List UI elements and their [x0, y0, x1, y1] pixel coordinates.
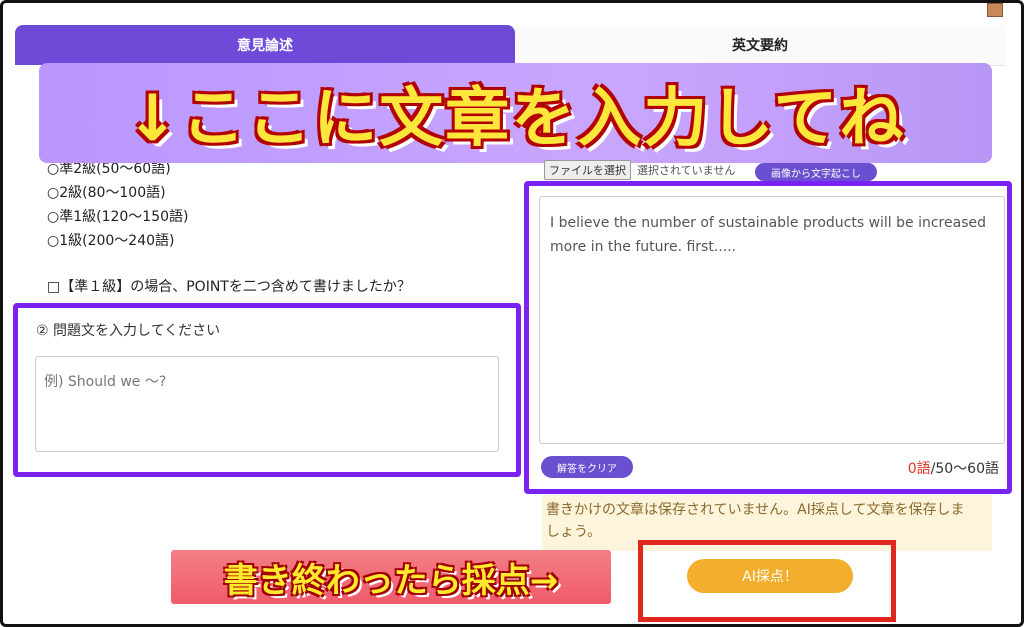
file-upload-row: ファイルを選択 選択されていません	[544, 160, 735, 180]
grade-instruction-text: 書き終わったら採点→	[223, 560, 559, 601]
screen-frame: 意見論述 英文要約 ○準2級(50〜60語) ○2級(80〜100語) ○準1級…	[0, 0, 1024, 627]
level-item: ○準1級(120〜150語)	[47, 209, 189, 225]
save-notice-text: 書きかけの文章は保存されていません。AI採点して文章を保存しましょう。	[546, 502, 965, 540]
question-label: ② 問題文を入力してください	[36, 323, 221, 339]
answer-textarea[interactable]: I believe the number of sustainable prod…	[539, 196, 1005, 444]
ocr-button[interactable]: 画像から文字起こし	[755, 163, 877, 181]
file-status: 選択されていません	[637, 164, 736, 177]
question-input[interactable]: 例) Should we 〜?	[35, 356, 499, 452]
level-item: ○1級(200〜240語)	[47, 233, 175, 249]
word-count-current: 0語	[907, 461, 931, 477]
clear-answer-button[interactable]: 解答をクリア	[541, 456, 633, 478]
answer-text: I believe the number of sustainable prod…	[550, 215, 986, 255]
grade-instruction-label: 書き終わったら採点→	[171, 550, 611, 604]
ai-grade-highlight-box: AI採点！	[638, 540, 896, 622]
level-item: ○2級(80〜100語)	[47, 185, 166, 201]
ai-grade-button[interactable]: AI採点！	[687, 559, 853, 593]
question-placeholder: 例) Should we 〜?	[44, 374, 167, 390]
tab-opinion[interactable]: 意見論述	[15, 25, 515, 65]
answer-highlight-box: I believe the number of sustainable prod…	[524, 181, 1012, 494]
tab-summary[interactable]: 英文要約	[515, 25, 1005, 66]
banner-text: ↓ここに文章を入力してね	[125, 82, 906, 156]
question-highlight-box: ② 問題文を入力してください 例) Should we 〜?	[13, 303, 521, 477]
word-count-target: /50〜60語	[930, 461, 999, 477]
level-list: ○準2級(50〜60語) ○2級(80〜100語) ○準1級(120〜150語)…	[47, 157, 189, 253]
word-count: 0語/50〜60語	[908, 458, 999, 478]
corner-icon	[987, 3, 1003, 17]
point-check: □【準１級】の場合、POINTを二つ含めて書けましたか？	[47, 279, 411, 295]
choose-file-button[interactable]: ファイルを選択	[544, 160, 631, 180]
instruction-banner: ↓ここに文章を入力してね	[39, 63, 992, 163]
